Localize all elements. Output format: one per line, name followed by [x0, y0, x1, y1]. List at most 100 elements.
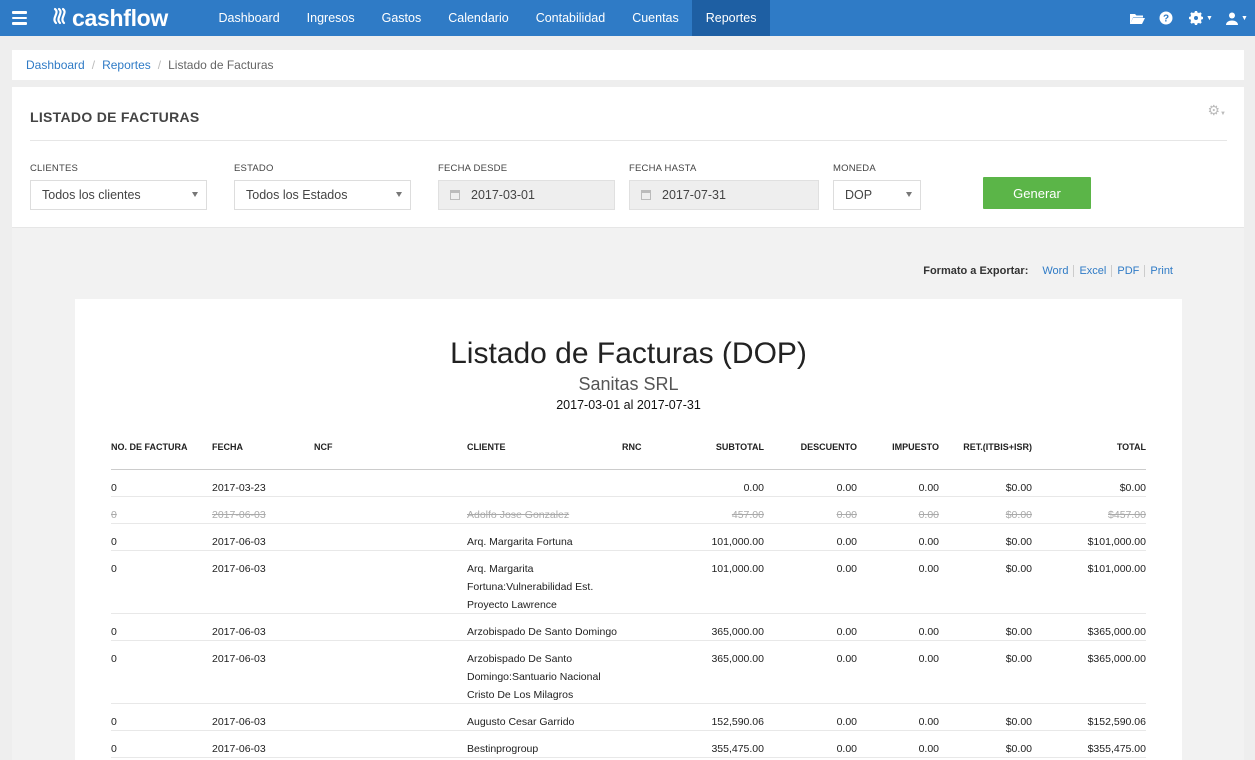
cell-impuesto: 0.00	[918, 653, 939, 665]
clientes-select[interactable]: Todos los clientes	[30, 180, 207, 210]
moneda-label: MONEDA	[833, 163, 876, 174]
export-excel-link[interactable]: Excel	[1073, 265, 1111, 277]
cell-no: 0	[111, 743, 117, 755]
table-row: 0 2017-06-03 Arq. Margarita Fortuna:Vulnera…	[111, 551, 1146, 614]
nav-item-reportes[interactable]: Reportes	[692, 0, 770, 36]
table-row: 0 2017-06-03 Arzobispado De Santo Domingo:S…	[111, 641, 1146, 704]
cell-cliente: Adolfo Jose Gonzalez	[467, 509, 570, 521]
cell-subtotal: 355,475.00	[711, 743, 764, 755]
calendar-icon	[641, 190, 651, 200]
cell-subtotal: 0.00	[743, 482, 764, 494]
cell-ret: $0.00	[1005, 482, 1032, 494]
cell-fecha: 2017-06-03	[212, 626, 266, 638]
fecha-desde-input[interactable]: 2017-03-01	[438, 180, 615, 210]
cell-no: 0	[111, 482, 117, 494]
calendar-icon	[450, 190, 460, 200]
cell-cliente: Augusto Cesar Garrido	[467, 716, 575, 728]
cell-total: $101,000.00	[1087, 536, 1146, 548]
folder-icon[interactable]	[1123, 0, 1151, 36]
nav-item-gastos[interactable]: Gastos	[368, 0, 435, 36]
chevron-down-icon: ▼	[1241, 14, 1248, 22]
cell-ret: $0.00	[1005, 716, 1032, 728]
fecha-hasta-label: FECHA HASTA	[629, 163, 697, 174]
export-print-link[interactable]: Print	[1144, 265, 1178, 277]
cell-cliente-line: Domingo:Santuario Nacional	[467, 671, 601, 683]
cell-cliente-line: Proyecto Lawrence	[467, 599, 557, 611]
nav-item-contabilidad[interactable]: Contabilidad	[522, 0, 619, 36]
help-icon[interactable]: ?	[1151, 0, 1181, 36]
logo-text: cashflow	[72, 4, 169, 31]
cell-ret: $0.00	[1005, 536, 1032, 548]
cell-ret: $0.00	[1005, 563, 1032, 575]
column-header-ret: RET.(ITBIS+ISR)	[963, 442, 1032, 452]
fecha-hasta-input[interactable]: 2017-07-31	[629, 180, 819, 210]
column-header-ncf: NCF	[314, 442, 333, 452]
cell-fecha: 2017-06-03	[212, 653, 266, 665]
clientes-select-value: Todos los clientes	[42, 188, 141, 202]
cell-total: $365,000.00	[1087, 626, 1146, 638]
fecha-hasta-value: 2017-07-31	[662, 188, 726, 202]
moneda-select[interactable]: DOP	[833, 180, 921, 210]
cell-fecha: 2017-03-23	[212, 482, 266, 494]
cell-descuento: 0.00	[836, 653, 857, 665]
cell-cliente: Arzobispado De Santo Domingo	[467, 626, 618, 638]
cell-descuento: 0.00	[836, 626, 857, 638]
caret-down-icon	[396, 192, 402, 197]
report-panel: LISTADO DE FACTURAS ⚙▼ CLIENTES Todos lo…	[12, 87, 1244, 760]
app-logo[interactable]: cashflow	[52, 5, 204, 32]
export-pdf-link[interactable]: PDF	[1111, 265, 1144, 277]
cell-impuesto: 0.00	[918, 536, 939, 548]
cell-no: 0	[111, 563, 117, 575]
column-header-impuesto: IMPUESTO	[892, 442, 939, 452]
column-header-no-factura: NO. DE FACTURA	[111, 442, 188, 452]
cell-ret: $0.00	[1005, 653, 1032, 665]
cell-descuento: 0.00	[836, 563, 857, 575]
cell-cliente-line: Cristo De Los Milagros	[467, 689, 574, 701]
settings-gear-icon[interactable]: ▼	[1181, 0, 1221, 36]
cell-impuesto: 0.00	[918, 716, 939, 728]
cell-total: $152,590.06	[1087, 716, 1146, 728]
breadcrumb-dashboard[interactable]: Dashboard	[26, 58, 85, 72]
breadcrumb-reportes[interactable]: Reportes	[102, 58, 151, 72]
cell-no: 0	[111, 509, 117, 521]
nav-item-cuentas[interactable]: Cuentas	[619, 0, 693, 36]
filter-section: LISTADO DE FACTURAS ⚙▼ CLIENTES Todos lo…	[12, 87, 1244, 228]
report-company: Sanitas SRL	[578, 374, 679, 394]
cell-total: $457.00	[1108, 509, 1146, 521]
cell-fecha: 2017-06-03	[212, 743, 266, 755]
estado-select[interactable]: Todos los Estados	[234, 180, 411, 210]
cell-subtotal: 365,000.00	[711, 653, 764, 665]
clientes-label: CLIENTES	[30, 163, 79, 174]
export-word-link[interactable]: Word	[1037, 265, 1073, 277]
cell-subtotal: 101,000.00	[711, 563, 764, 575]
cell-descuento: 0.00	[836, 716, 857, 728]
menu-icon[interactable]	[0, 0, 38, 36]
cell-impuesto: 0.00	[918, 509, 939, 521]
user-icon[interactable]: ▼	[1221, 0, 1253, 36]
generar-button[interactable]: Generar	[983, 177, 1091, 209]
cell-no: 0	[111, 653, 117, 665]
cell-total: $101,000.00	[1087, 563, 1146, 575]
cell-descuento: 0.00	[836, 536, 857, 548]
panel-settings-gear-icon[interactable]: ⚙▼	[1207, 102, 1226, 119]
fecha-desde-label: FECHA DESDE	[438, 163, 508, 174]
table-row: 0 2017-03-23 0.00 0.00 0.00 $0.00 $0.00	[111, 470, 1146, 497]
nav-item-ingresos[interactable]: Ingresos	[293, 0, 368, 36]
cell-impuesto: 0.00	[918, 626, 939, 638]
cell-cliente: Arq. Margarita Fortuna	[467, 536, 573, 548]
nav-item-calendario[interactable]: Calendario	[435, 0, 522, 36]
cell-total: $0.00	[1119, 482, 1146, 494]
cell-descuento: 0.00	[836, 509, 857, 521]
estado-select-value: Todos los Estados	[246, 188, 348, 202]
cell-subtotal: 365,000.00	[711, 626, 764, 638]
cell-fecha: 2017-06-03	[212, 509, 266, 521]
moneda-select-value: DOP	[845, 188, 873, 202]
column-header-subtotal: SUBTOTAL	[715, 442, 764, 452]
cell-cliente-line: Fortuna:Vulnerabilidad Est.	[467, 581, 594, 593]
export-bar: Formato a Exportar: Word Excel PDF Print	[923, 265, 1178, 277]
cell-no: 0	[111, 716, 117, 728]
navbar-right-icons: ? ▼ ▼	[1123, 0, 1255, 36]
nav-item-dashboard[interactable]: Dashboard	[205, 0, 293, 36]
cell-no: 0	[111, 536, 117, 548]
cell-descuento: 0.00	[836, 482, 857, 494]
